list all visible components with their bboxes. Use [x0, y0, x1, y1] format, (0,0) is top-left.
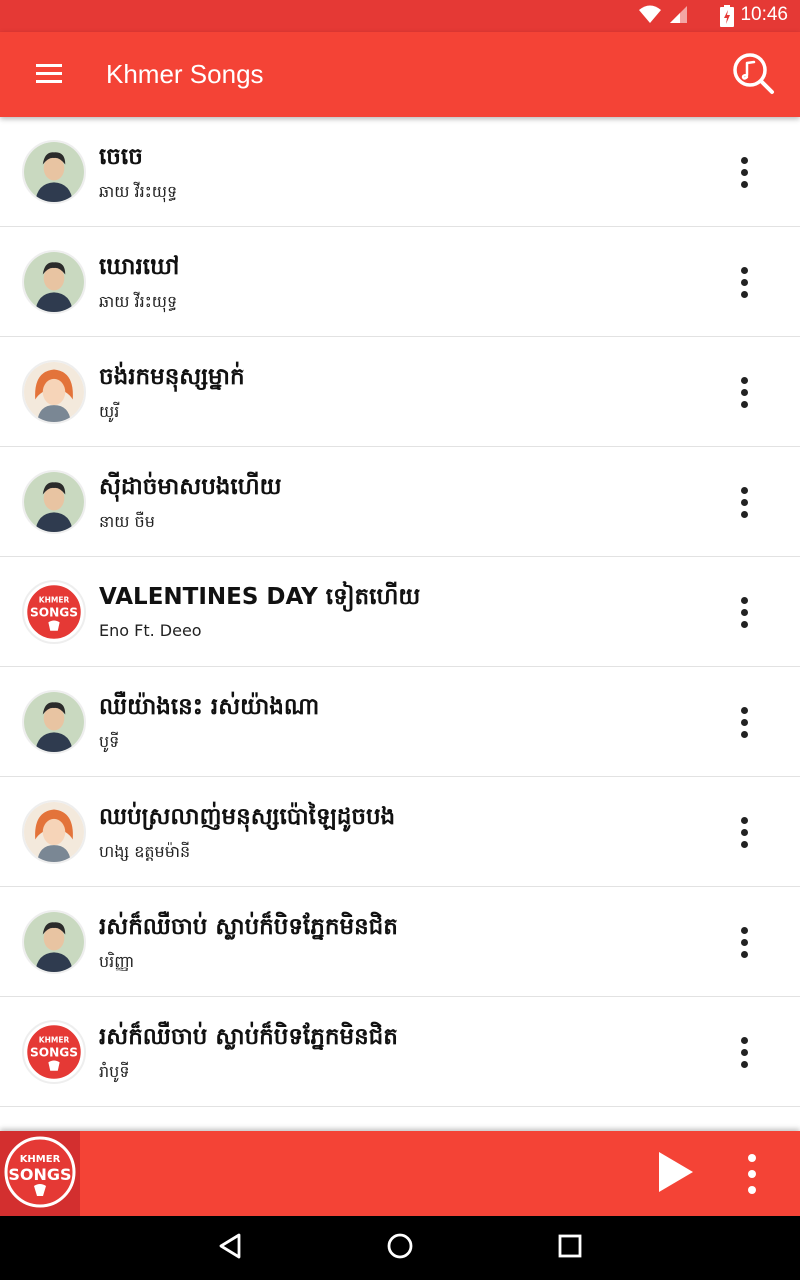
search-icon [731, 51, 775, 99]
more-vert-icon[interactable] [724, 369, 764, 415]
song-artist: ហង្ស ឧត្តមម៉ានី [99, 842, 191, 861]
song-row[interactable]: រស់ក៏ឈឺចាប់ ស្លាប់ក៏បិទភ្នែកមិនជិតបរិញ្ញ… [0, 887, 800, 997]
song-artist: Eno Ft. Deeo [99, 621, 202, 640]
song-artwork [22, 910, 86, 974]
app-title: Khmer Songs [106, 59, 264, 89]
song-artist: យូរី [99, 402, 120, 421]
signal-icon [668, 4, 688, 28]
more-vert-icon[interactable] [724, 259, 764, 305]
status-icons [638, 4, 688, 28]
song-title: ស៊ីដាច់មាសបងហើយ [99, 474, 282, 500]
song-row[interactable]: KHMER SONGS VALENTINES DAY ទៀតហើយ Eno Ft. D… [0, 557, 800, 667]
play-icon [655, 1150, 695, 1198]
song-artist: ឆាយ វីរះយុទ្ធ [99, 292, 178, 311]
song-artwork [22, 470, 86, 534]
play-button[interactable] [650, 1149, 700, 1199]
system-nav-bar [0, 1216, 800, 1280]
logo-line2: SONGS [8, 1165, 71, 1184]
song-artwork: KHMER SONGS [22, 580, 86, 644]
song-row[interactable]: ឈឺយ៉ាងនេះ រស់យ៉ាងណាបូទី [0, 667, 800, 777]
more-vert-icon[interactable] [724, 809, 764, 855]
menu-button[interactable] [22, 52, 76, 98]
song-artist: នាយ ចឺម [99, 512, 155, 531]
song-title: រស់ក៏ឈឺចាប់ ស្លាប់ក៏បិទភ្នែកមិនជិត [99, 1024, 398, 1050]
song-artist: បរិញ្ញា [99, 952, 135, 971]
more-vert-icon[interactable] [724, 919, 764, 965]
svg-text:SONGS: SONGS [30, 606, 78, 620]
logo-line1: KHMER [20, 1154, 61, 1165]
song-title: ឈឺយ៉ាងនេះ រស់យ៉ាងណា [99, 694, 320, 720]
mini-player[interactable]: KHMER SONGS [0, 1131, 800, 1216]
status-bar: 10:46 [0, 0, 800, 32]
more-vert-icon[interactable] [724, 699, 764, 745]
song-artwork [22, 690, 86, 754]
song-title: ឃោរឃៅ [99, 254, 180, 280]
song-title: ចេចេ [99, 144, 143, 170]
song-artwork [22, 800, 86, 864]
more-vert-icon[interactable] [724, 479, 764, 525]
song-artwork [22, 250, 86, 314]
search-button[interactable] [728, 50, 778, 100]
song-artwork [22, 360, 86, 424]
song-list: ចេចេ ឆាយ វីរះយុទ្ធ ឃោរឃៅ ឆាយ វីរះយុទ្ធ ចង់រក… [0, 117, 800, 1131]
song-row[interactable]: ចេចេឆាយ វីរះយុទ្ធ [0, 117, 800, 227]
now-playing-artwork[interactable]: KHMER SONGS [0, 1131, 80, 1216]
song-title: ឈប់ស្រលាញ់មនុស្សប៉ោឡៃដូចបង [99, 804, 396, 830]
song-row[interactable]: ឈប់ស្រលាញ់មនុស្សប៉ោឡៃដូចបងហង្ស ឧត្តមម៉ាន… [0, 777, 800, 887]
khmer-songs-logo: KHMER SONGS [4, 1136, 76, 1212]
home-icon [386, 1232, 414, 1264]
svg-text:KHMER: KHMER [39, 1036, 70, 1045]
status-time: 10:46 [740, 4, 788, 25]
svg-text:KHMER: KHMER [39, 596, 70, 605]
more-vert-icon[interactable] [724, 1029, 764, 1075]
back-button[interactable] [200, 1228, 260, 1268]
song-row[interactable]: KHMER SONGS រស់ក៏ឈឺចាប់ ស្លាប់ក៏បិទភ្នែកមិ… [0, 997, 800, 1107]
recents-button[interactable] [540, 1228, 600, 1268]
song-title: ចង់រកមនុស្សម្នាក់ [99, 364, 245, 390]
battery-charging-icon [720, 5, 734, 31]
song-artwork [22, 140, 86, 204]
song-artist: រាំបូទី [99, 1062, 130, 1081]
song-title: VALENTINES DAY ទៀតហើយ [99, 584, 421, 610]
recents-icon [557, 1233, 583, 1263]
app-bar: Khmer Songs [0, 32, 800, 117]
hamburger-menu-icon [35, 62, 63, 88]
song-artwork: KHMER SONGS [22, 1020, 86, 1084]
song-artist: បូទី [99, 732, 120, 751]
song-artist: ឆាយ វីរះយុទ្ធ [99, 182, 178, 201]
app-root: 10:46 Khmer Songs ចេចេ ឆាយ វីរះយុទ្ធ ឃោរឃៅ… [0, 0, 800, 1280]
more-vert-icon[interactable] [732, 1149, 772, 1199]
more-vert-icon[interactable] [724, 589, 764, 635]
song-row[interactable]: ស៊ីដាច់មាសបងហើយនាយ ចឺម [0, 447, 800, 557]
song-title: រស់ក៏ឈឺចាប់ ស្លាប់ក៏បិទភ្នែកមិនជិត [99, 914, 398, 940]
song-row[interactable]: ចង់រកមនុស្សម្នាក់យូរី [0, 337, 800, 447]
svg-text:SONGS: SONGS [30, 1046, 78, 1060]
more-vert-icon[interactable] [724, 149, 764, 195]
back-icon [217, 1232, 243, 1264]
wifi-icon [638, 4, 662, 28]
home-button[interactable] [370, 1228, 430, 1268]
song-row[interactable]: ឃោរឃៅឆាយ វីរះយុទ្ធ [0, 227, 800, 337]
